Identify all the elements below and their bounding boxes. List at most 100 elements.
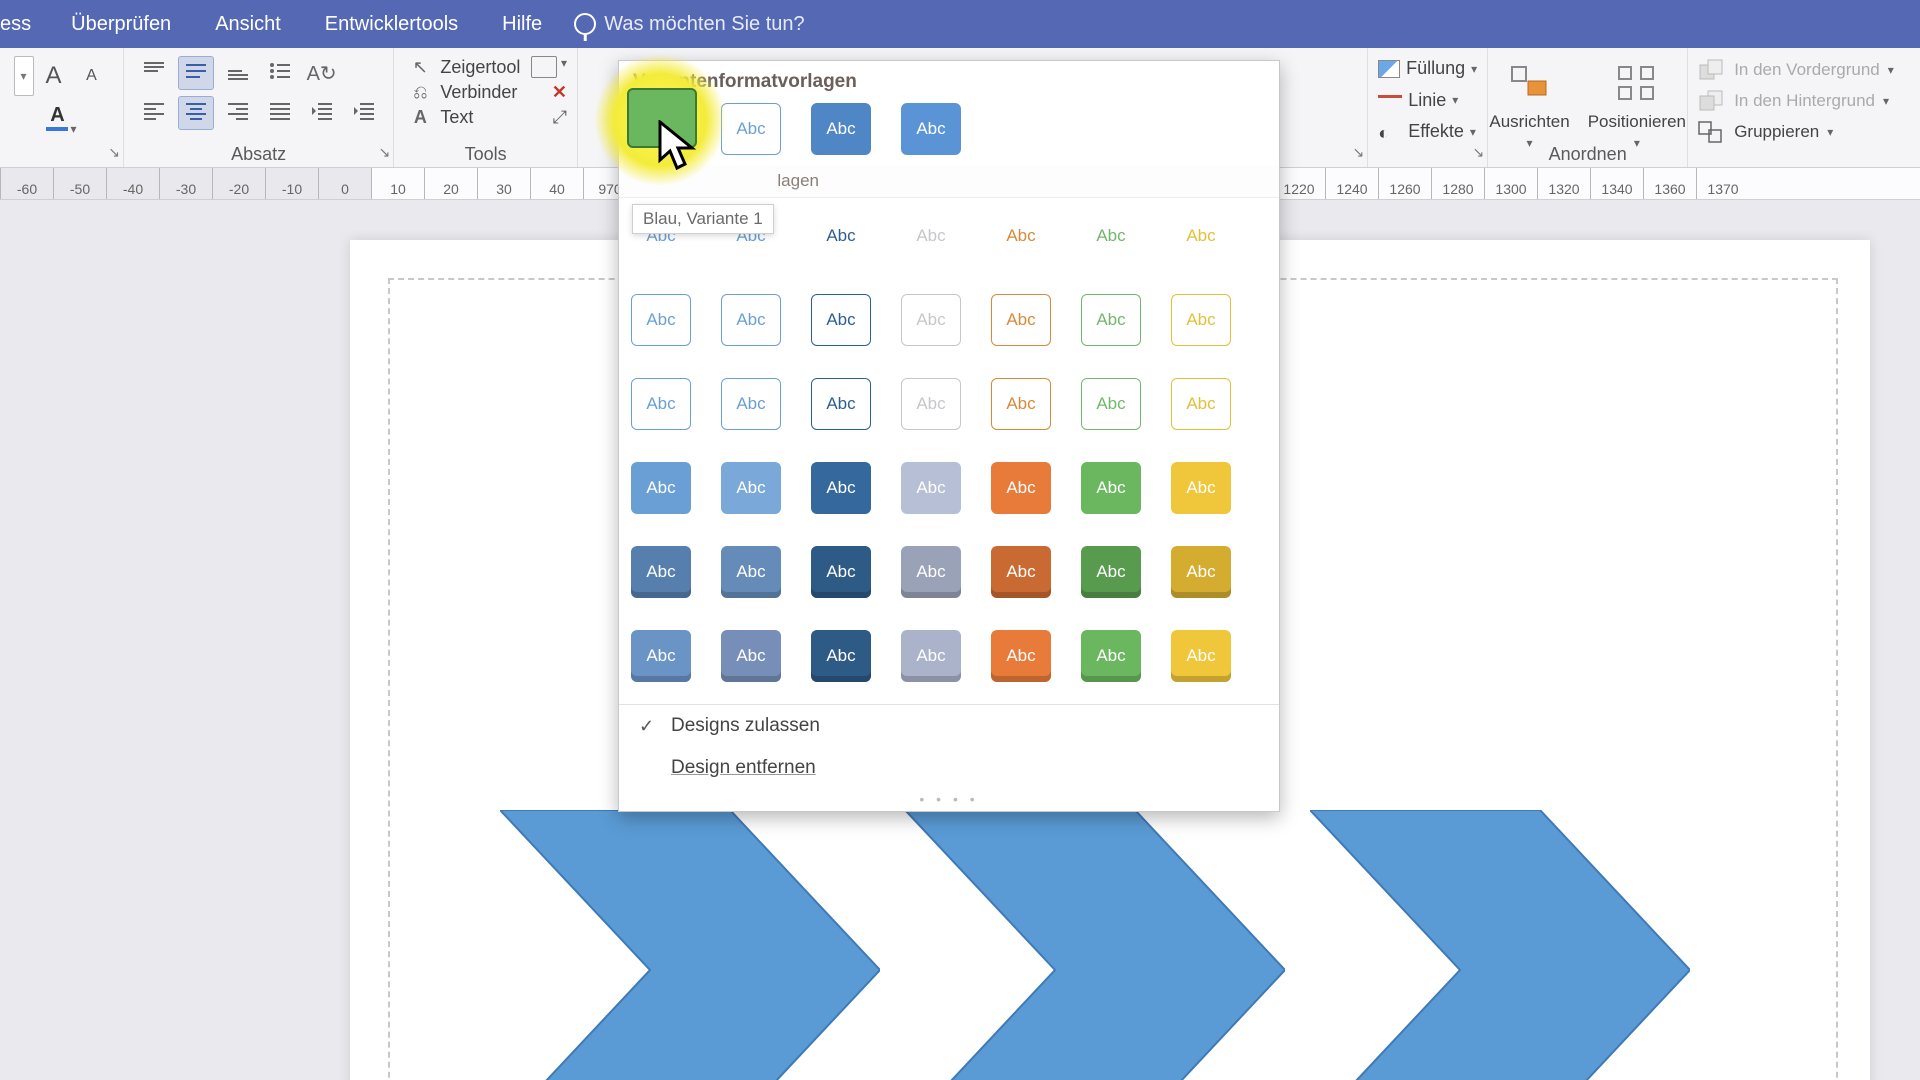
allow-designs-button[interactable]: ✓ Designs zulassen xyxy=(619,705,1279,747)
style-swatch[interactable]: Abc xyxy=(991,210,1051,262)
style-swatch[interactable]: Abc xyxy=(991,462,1051,514)
style-swatch[interactable]: Abc xyxy=(991,294,1051,346)
connector-tool-button[interactable]: ⎌ Verbinder ✕ xyxy=(404,82,567,103)
style-swatch[interactable]: Abc xyxy=(631,294,691,346)
dialog-launcher-icon[interactable]: ↘ xyxy=(108,144,120,161)
style-swatch[interactable]: Abc xyxy=(811,630,871,682)
style-swatch[interactable]: Abc xyxy=(631,630,691,682)
style-swatch[interactable]: Abc xyxy=(721,103,781,155)
menu-tab-partial[interactable]: ess xyxy=(0,0,49,48)
dialog-launcher-icon[interactable]: ↘ xyxy=(1352,144,1364,161)
dialog-launcher-icon[interactable]: ↘ xyxy=(1472,144,1484,161)
rectangle-shape-button[interactable] xyxy=(531,56,557,78)
position-icon xyxy=(1610,58,1664,108)
style-swatch[interactable]: Abc xyxy=(811,294,871,346)
menu-tab-help[interactable]: Hilfe xyxy=(480,0,564,48)
rotate-text-button[interactable]: A↻ xyxy=(304,56,340,90)
pointer-tool-button[interactable]: ↖ Zeigertool ▾ xyxy=(404,56,567,78)
align-right-button[interactable] xyxy=(220,96,256,130)
chevron-down-icon[interactable]: ▾ xyxy=(70,104,76,136)
style-swatch[interactable]: Abc xyxy=(721,294,781,346)
style-swatch[interactable]: Abc xyxy=(1171,378,1231,430)
style-swatch[interactable]: Abc xyxy=(901,294,961,346)
dialog-launcher-icon[interactable]: ↘ xyxy=(379,144,391,161)
tell-me-input[interactable]: Was möchten Sie tun? xyxy=(604,13,804,36)
style-swatch[interactable]: Abc xyxy=(1171,546,1231,598)
ruler-tick: 30 xyxy=(477,168,530,199)
arrow-shape-3[interactable] xyxy=(1310,810,1690,1080)
style-swatch[interactable]: Abc xyxy=(721,630,781,682)
style-swatch[interactable]: Abc xyxy=(901,378,961,430)
style-swatch[interactable]: Abc xyxy=(631,546,691,598)
style-swatch[interactable]: Abc xyxy=(991,630,1051,682)
shape-effects-button[interactable]: ◐ Effekte ▾ xyxy=(1378,119,1477,144)
style-swatch[interactable]: Abc xyxy=(901,630,961,682)
style-swatch[interactable]: Abc xyxy=(991,378,1051,430)
line-icon xyxy=(1378,95,1402,113)
style-swatch[interactable]: Abc xyxy=(1171,630,1231,682)
align-icon xyxy=(1503,58,1557,108)
fill-icon xyxy=(1378,60,1400,78)
style-swatch[interactable]: Abc xyxy=(1081,546,1141,598)
justify-button[interactable] xyxy=(262,96,298,130)
text-icon: A xyxy=(406,107,434,128)
chevron-down-icon[interactable]: ▾ xyxy=(1452,93,1458,107)
menu-tab-review[interactable]: Überprüfen xyxy=(49,0,193,48)
ribbon-group-shape-format: Füllung ▾ Linie ▾ ◐ Effekte ▾ ↘ xyxy=(1368,48,1488,167)
style-swatch[interactable]: Abc xyxy=(1081,630,1141,682)
font-color-button[interactable]: A xyxy=(46,104,68,136)
align-center-button[interactable] xyxy=(178,96,214,130)
chevron-down-icon[interactable]: ▾ xyxy=(561,56,567,78)
text-tool-button[interactable]: A Text ⤢ xyxy=(404,107,567,128)
style-swatch[interactable]: Abc xyxy=(1081,378,1141,430)
chevron-down-icon[interactable]: ▾ xyxy=(1471,62,1477,76)
align-left-button[interactable] xyxy=(136,96,172,130)
menu-tab-developer[interactable]: Entwicklertools xyxy=(303,0,480,48)
style-swatch[interactable]: Abc xyxy=(901,546,961,598)
decrease-indent-button[interactable] xyxy=(304,96,340,130)
bullets-button[interactable] xyxy=(262,56,298,90)
style-swatch[interactable]: Abc xyxy=(991,546,1051,598)
align-dropdown[interactable]: Ausrichten ▾ xyxy=(1485,58,1573,150)
menu-tab-view[interactable]: Ansicht xyxy=(193,0,303,48)
style-swatch[interactable]: Abc xyxy=(1081,462,1141,514)
arrow-shape-1[interactable] xyxy=(500,810,880,1080)
style-swatch[interactable]: Abc xyxy=(1171,294,1231,346)
align-top-button[interactable] xyxy=(136,56,172,90)
style-swatch[interactable]: Abc xyxy=(1081,294,1141,346)
style-swatch[interactable]: Abc xyxy=(901,210,961,262)
style-swatch[interactable]: Abc xyxy=(811,103,871,155)
style-swatch[interactable]: Abc xyxy=(721,378,781,430)
style-swatch[interactable]: Abc xyxy=(901,103,961,155)
increase-indent-button[interactable] xyxy=(346,96,382,130)
increase-font-button[interactable]: A xyxy=(36,60,72,92)
resize-grip-icon[interactable]: • • • • xyxy=(619,789,1279,811)
expand-icon[interactable]: ⤢ xyxy=(553,107,567,128)
group-button[interactable]: Gruppieren ▾ xyxy=(1698,118,1910,146)
style-swatch[interactable]: Abc xyxy=(811,378,871,430)
arrow-shape-2[interactable] xyxy=(905,810,1285,1080)
align-middle-button[interactable] xyxy=(178,56,214,90)
close-icon[interactable]: ✕ xyxy=(552,82,567,103)
hovered-style-swatch[interactable] xyxy=(627,88,697,148)
style-swatch[interactable]: Abc xyxy=(1081,210,1141,262)
style-swatch[interactable]: Abc xyxy=(631,378,691,430)
position-dropdown[interactable]: Positionieren ▾ xyxy=(1584,58,1690,150)
shape-line-button[interactable]: Linie ▾ xyxy=(1378,85,1477,115)
style-swatch[interactable]: Abc xyxy=(811,462,871,514)
shape-fill-button[interactable]: Füllung ▾ xyxy=(1378,56,1477,81)
style-swatch[interactable]: Abc xyxy=(721,462,781,514)
align-bottom-button[interactable] xyxy=(220,56,256,90)
style-swatch[interactable]: Abc xyxy=(631,462,691,514)
style-swatch[interactable]: Abc xyxy=(901,462,961,514)
style-swatch[interactable]: Abc xyxy=(811,210,871,262)
style-swatch[interactable]: Abc xyxy=(1171,210,1231,262)
decrease-font-button[interactable]: A xyxy=(74,60,110,92)
style-swatch[interactable]: Abc xyxy=(811,546,871,598)
style-swatch[interactable]: Abc xyxy=(1171,462,1231,514)
remove-design-button[interactable]: Design entfernen xyxy=(619,747,1279,789)
font-size-dropdown[interactable]: ▾ xyxy=(14,56,34,96)
style-swatch[interactable]: Abc xyxy=(721,546,781,598)
chevron-down-icon[interactable]: ▾ xyxy=(1827,125,1833,139)
chevron-down-icon[interactable]: ▾ xyxy=(1470,125,1476,139)
